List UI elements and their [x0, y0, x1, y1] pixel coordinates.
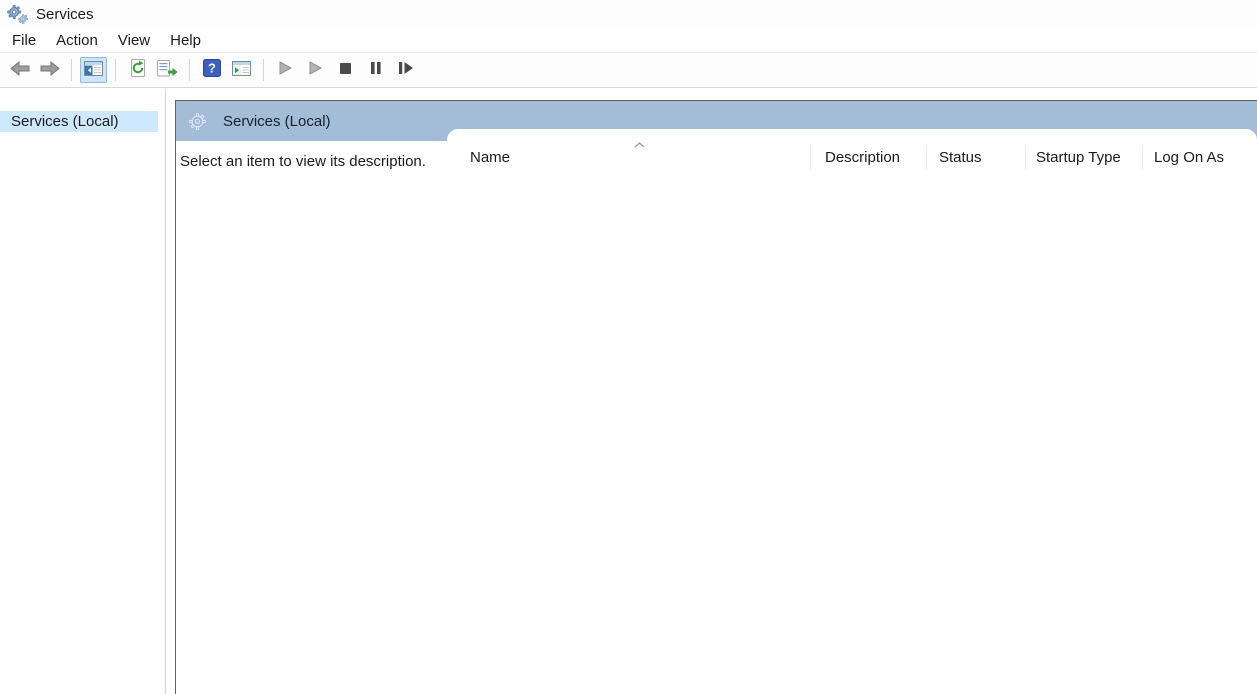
export-list-button[interactable] [154, 57, 181, 83]
help-icon: ? [203, 59, 221, 81]
services-window: { "window": { "title": "Services", "app_… [0, 0, 1257, 694]
stop-icon [339, 62, 352, 79]
toolbar: ? [0, 53, 1257, 88]
svg-text:?: ? [208, 61, 216, 76]
menu-bar: File Action View Help [0, 28, 1257, 53]
description-pane-hint: Select an item to view its description. [180, 153, 426, 170]
services-list-panel: Name Description Status Startup Type Log… [447, 129, 1257, 694]
action-pane-icon [232, 61, 251, 80]
sidebar-item-label: Services (Local) [11, 113, 119, 130]
forward-button[interactable] [36, 57, 63, 83]
play-icon [309, 61, 322, 79]
start-service-button[interactable] [272, 57, 299, 83]
show-action-pane-button[interactable] [228, 57, 255, 83]
column-header-log-on-as[interactable]: Log On As [1142, 145, 1257, 169]
toolbar-separator [263, 59, 264, 81]
pause-service-button[interactable] [362, 57, 389, 83]
main-pane-title: Services (Local) [223, 113, 331, 130]
main-pane: Services (Local) Select an item to view … [175, 100, 1257, 694]
toolbar-separator [189, 59, 190, 81]
window-title: Services [36, 6, 94, 23]
show-console-tree-button[interactable] [80, 57, 107, 83]
column-header-status[interactable]: Status [926, 145, 1025, 169]
help-button[interactable]: ? [198, 57, 225, 83]
back-button[interactable] [6, 57, 33, 83]
console-tree-icon [84, 61, 103, 80]
sort-ascending-icon [633, 136, 646, 153]
restart-service-button[interactable] [392, 57, 419, 83]
arrow-right-icon [40, 61, 60, 80]
menu-file[interactable]: File [2, 30, 46, 51]
app-body: Services (Local) Services (Local) Select… [0, 89, 1257, 694]
console-tree-sidebar: Services (Local) [0, 89, 166, 694]
toolbar-separator [115, 59, 116, 81]
stop-service-button[interactable] [332, 57, 359, 83]
menu-view[interactable]: View [108, 30, 160, 51]
play-icon [279, 61, 292, 79]
services-gears-icon [7, 5, 29, 24]
title-bar: Services [0, 0, 1257, 28]
resume-service-button[interactable] [302, 57, 329, 83]
toolbar-separator [71, 59, 72, 81]
refresh-icon [129, 59, 147, 81]
arrow-left-icon [10, 61, 30, 80]
menu-action[interactable]: Action [46, 30, 108, 51]
sidebar-item-services-local[interactable]: Services (Local) [0, 111, 158, 132]
column-header-name[interactable]: Name [447, 145, 810, 169]
services-rows [447, 176, 1257, 694]
column-header-startup-type[interactable]: Startup Type [1025, 145, 1142, 169]
refresh-button[interactable] [124, 57, 151, 83]
restart-icon [398, 61, 414, 79]
menu-help[interactable]: Help [160, 30, 211, 51]
services-gear-icon-header [189, 113, 206, 130]
export-list-icon [157, 60, 178, 81]
pause-icon [369, 61, 382, 79]
column-header-description[interactable]: Description [810, 145, 926, 169]
list-header: Name Description Status Startup Type Log… [447, 129, 1257, 176]
